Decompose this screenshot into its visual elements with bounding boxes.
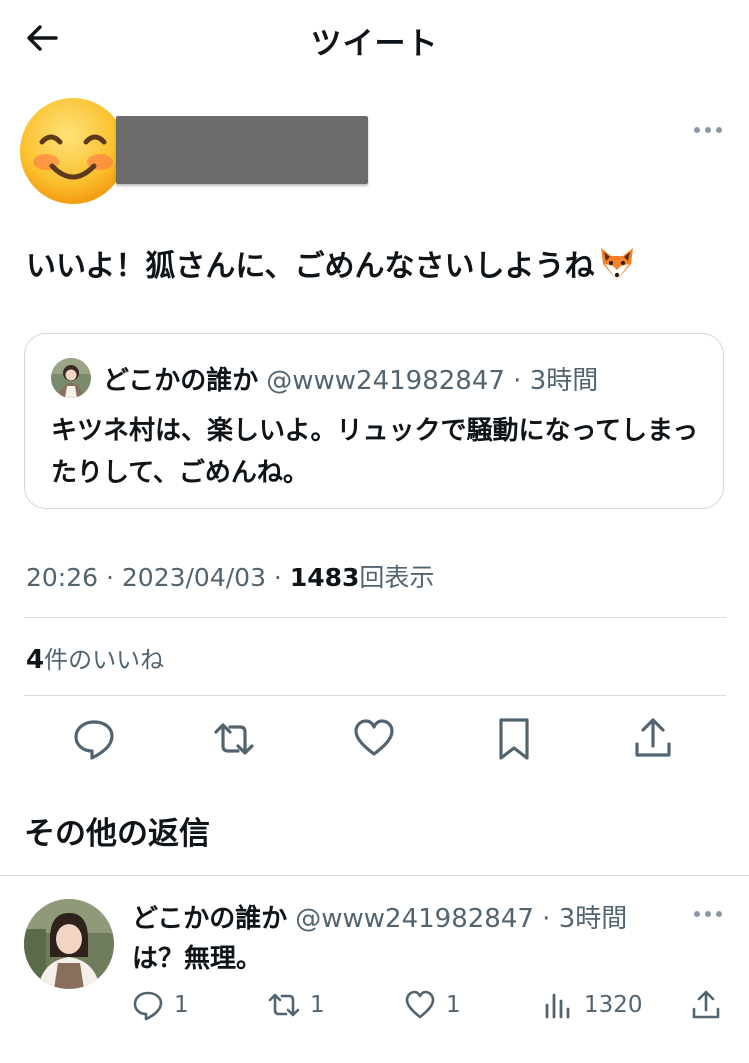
tweet-text-content: いいよ！狐さんに、ごめんなさいしようね (26, 249, 595, 284)
retweet-count: 1 (310, 992, 325, 1018)
like-heart-icon (405, 990, 435, 1019)
person-avatar-icon (24, 899, 114, 989)
reply-user-handle[interactable]: @www241982847 (295, 904, 534, 934)
reply-text: は？無理。 (132, 944, 263, 974)
quoted-user-handle[interactable]: @www241982847 (266, 366, 505, 396)
quoted-tweet-time: · 3時間 (513, 366, 599, 396)
tweet-text: いいよ！狐さんに、ごめんなさいしようね (26, 244, 726, 289)
more-options-icon[interactable] (690, 120, 726, 140)
retweet-icon (268, 993, 300, 1017)
tweet-action-bar (0, 716, 749, 766)
divider (24, 617, 726, 618)
quoted-user-avatar (51, 358, 91, 398)
top-bar: ツイート (0, 0, 749, 78)
more-options-icon[interactable] (690, 904, 726, 924)
smiling-face-avatar-icon[interactable] (18, 96, 128, 206)
reply-reply-button[interactable]: 1 (132, 987, 189, 1023)
reply-user-name[interactable]: どこかの誰か (132, 904, 287, 934)
view-count-label: 回表示 (359, 563, 435, 592)
tweet-timestamp: 20:26 · 2023/04/03 · (26, 563, 290, 592)
views-chart-icon (545, 993, 570, 1019)
reply-icon (133, 991, 163, 1021)
views-count: 1320 (584, 992, 643, 1018)
like-count: 1 (446, 992, 461, 1018)
likes-summary[interactable]: 4件のいいね (26, 640, 164, 675)
divider (24, 695, 726, 696)
redacted-author-name (116, 116, 368, 184)
fox-emoji-icon (600, 248, 633, 280)
view-count: 1483 (289, 563, 360, 592)
reply-like-button[interactable]: 1 (404, 987, 461, 1023)
share-icon[interactable] (631, 716, 675, 762)
likes-count: 4 (26, 645, 45, 675)
reply-time: · 3時間 (542, 904, 628, 934)
share-icon (692, 990, 720, 1019)
likes-label: 件のいいね (44, 646, 165, 674)
bookmark-icon[interactable] (492, 716, 536, 762)
page-title: ツイート (310, 26, 439, 62)
quoted-user-name[interactable]: どこかの誰か (103, 366, 258, 396)
reply-views-button[interactable]: 1320 (542, 987, 643, 1023)
tweet-meta: 20:26 · 2023/04/03 · 1483回表示 (26, 558, 434, 594)
like-heart-icon[interactable] (352, 716, 396, 762)
reply-header: どこかの誰か @www241982847 · 3時間 (132, 898, 627, 935)
reply-retweet-button[interactable]: 1 (268, 987, 325, 1023)
reply-share-button[interactable] (690, 987, 732, 1023)
reply-icon[interactable] (72, 716, 116, 762)
divider (0, 875, 749, 876)
retweet-icon[interactable] (212, 716, 256, 762)
reply-count: 1 (174, 992, 189, 1018)
reply-user-avatar[interactable] (24, 899, 114, 989)
person-avatar-icon (51, 358, 91, 398)
quoted-tweet-card[interactable]: どこかの誰か @www241982847 · 3時間 キツネ村は、楽しいよ。リュッ… (24, 333, 724, 509)
quoted-tweet-text: キツネ村は、楽しいよ。リュックで騒動になってしまったりして、ごめんね。 (51, 416, 699, 488)
section-title: その他の返信 (24, 816, 210, 852)
quoted-tweet-header: どこかの誰か @www241982847 · 3時間 (103, 360, 598, 397)
